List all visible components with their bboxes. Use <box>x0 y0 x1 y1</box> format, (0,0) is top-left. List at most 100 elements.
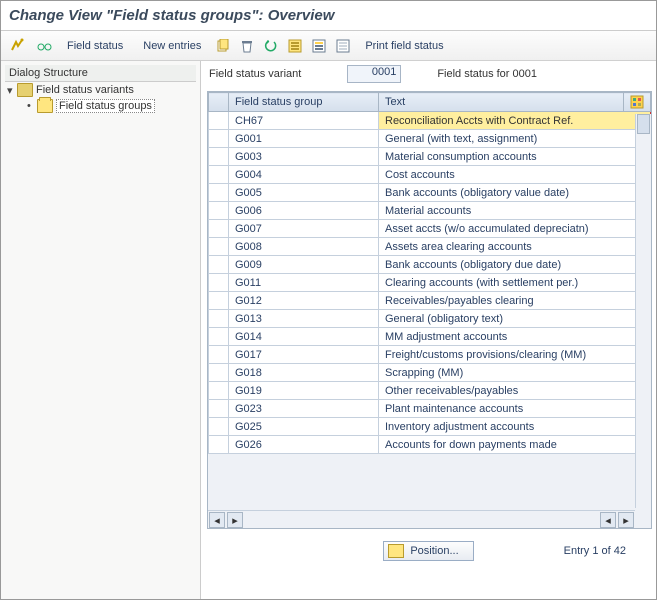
table-row[interactable]: G001General (with text, assignment) <box>209 130 651 148</box>
cell-code[interactable]: G011 <box>229 274 379 292</box>
horizontal-scrollbar[interactable]: ◂ ▸ ◂ ▸ <box>208 510 635 528</box>
cell-code[interactable]: G013 <box>229 310 379 328</box>
col-header-text[interactable]: Text <box>379 93 624 112</box>
table-row[interactable]: G018Scrapping (MM) <box>209 364 651 382</box>
table-row[interactable]: CH67Reconciliation Accts with Contract R… <box>209 112 651 130</box>
table-row[interactable]: G007Asset accts (w/o accumulated depreci… <box>209 220 651 238</box>
cell-text[interactable]: Bank accounts (obligatory value date) <box>379 184 651 202</box>
cell-text[interactable]: Freight/customs provisions/clearing (MM) <box>379 346 651 364</box>
cell-code[interactable]: G012 <box>229 292 379 310</box>
cell-code[interactable]: G009 <box>229 256 379 274</box>
tree-node-groups[interactable]: • Field status groups <box>5 98 196 114</box>
scroll-right-icon[interactable]: ▸ <box>227 512 243 528</box>
table-row[interactable]: G011Clearing accounts (with settlement p… <box>209 274 651 292</box>
position-button[interactable]: Position... <box>383 541 473 561</box>
cell-code[interactable]: G023 <box>229 400 379 418</box>
row-selector[interactable] <box>209 220 229 238</box>
cell-text[interactable]: Material consumption accounts <box>379 148 651 166</box>
cell-code[interactable]: G006 <box>229 202 379 220</box>
delete-icon[interactable] <box>237 36 257 56</box>
table-row[interactable]: G009Bank accounts (obligatory due date) <box>209 256 651 274</box>
cell-code[interactable]: G014 <box>229 328 379 346</box>
select-all-icon[interactable] <box>285 36 305 56</box>
scroll-left-icon[interactable]: ◂ <box>209 512 225 528</box>
field-status-link[interactable]: Field status <box>59 40 131 52</box>
row-selector[interactable] <box>209 184 229 202</box>
glasses-icon[interactable] <box>33 36 55 56</box>
scroll-left-icon[interactable]: ◂ <box>600 512 616 528</box>
cell-code[interactable]: G026 <box>229 436 379 454</box>
print-link[interactable]: Print field status <box>357 40 451 52</box>
cell-code[interactable]: G005 <box>229 184 379 202</box>
table-row[interactable]: G006Material accounts <box>209 202 651 220</box>
table-row[interactable]: G008Assets area clearing accounts <box>209 238 651 256</box>
cell-code[interactable]: G007 <box>229 220 379 238</box>
table-row[interactable]: G004Cost accounts <box>209 166 651 184</box>
row-selector[interactable] <box>209 382 229 400</box>
cell-text[interactable]: Other receivables/payables <box>379 382 651 400</box>
row-selector[interactable] <box>209 274 229 292</box>
cell-code[interactable]: CH67 <box>229 112 379 130</box>
cell-code[interactable]: G008 <box>229 238 379 256</box>
cell-text[interactable]: MM adjustment accounts <box>379 328 651 346</box>
cell-text[interactable]: Clearing accounts (with settlement per.) <box>379 274 651 292</box>
cell-text[interactable]: Inventory adjustment accounts <box>379 418 651 436</box>
cell-text[interactable]: Assets area clearing accounts <box>379 238 651 256</box>
cell-text[interactable]: Plant maintenance accounts <box>379 400 651 418</box>
variant-value[interactable]: 0001 <box>347 65 401 83</box>
cell-text[interactable]: General (with text, assignment) <box>379 130 651 148</box>
tree-node-variants[interactable]: ▾ Field status variants <box>5 82 196 98</box>
cell-code[interactable]: G001 <box>229 130 379 148</box>
row-selector[interactable] <box>209 130 229 148</box>
cell-text[interactable]: Material accounts <box>379 202 651 220</box>
undo-icon[interactable] <box>261 36 281 56</box>
cell-code[interactable]: G003 <box>229 148 379 166</box>
cell-code[interactable]: G018 <box>229 364 379 382</box>
table-row[interactable]: G013General (obligatory text) <box>209 310 651 328</box>
table-row[interactable]: G023Plant maintenance accounts <box>209 400 651 418</box>
cell-text[interactable]: Receivables/payables clearing <box>379 292 651 310</box>
vertical-scrollbar[interactable] <box>635 114 651 508</box>
row-selector[interactable] <box>209 400 229 418</box>
cell-text[interactable]: Accounts for down payments made <box>379 436 651 454</box>
table-row[interactable]: G017Freight/customs provisions/clearing … <box>209 346 651 364</box>
scroll-right-icon[interactable]: ▸ <box>618 512 634 528</box>
other-view-icon[interactable] <box>7 36 29 56</box>
row-selector[interactable] <box>209 310 229 328</box>
cell-text[interactable]: Scrapping (MM) <box>379 364 651 382</box>
table-row[interactable]: G012Receivables/payables clearing <box>209 292 651 310</box>
cell-text[interactable]: Reconciliation Accts with Contract Ref. <box>379 112 651 130</box>
table-row[interactable]: G026Accounts for down payments made <box>209 436 651 454</box>
table-row[interactable]: G014MM adjustment accounts <box>209 328 651 346</box>
cell-code[interactable]: G025 <box>229 418 379 436</box>
tree-caret-icon[interactable]: ▾ <box>7 84 17 97</box>
cell-text[interactable]: Asset accts (w/o accumulated depreciatn) <box>379 220 651 238</box>
new-entries-link[interactable]: New entries <box>135 40 209 52</box>
cell-text[interactable]: Cost accounts <box>379 166 651 184</box>
cell-code[interactable]: G017 <box>229 346 379 364</box>
row-selector[interactable] <box>209 436 229 454</box>
row-selector[interactable] <box>209 364 229 382</box>
row-selector[interactable] <box>209 418 229 436</box>
row-selector[interactable] <box>209 292 229 310</box>
table-row[interactable]: G003Material consumption accounts <box>209 148 651 166</box>
scroll-thumb[interactable] <box>637 114 650 134</box>
row-selector[interactable] <box>209 166 229 184</box>
row-selector[interactable] <box>209 238 229 256</box>
cell-code[interactable]: G019 <box>229 382 379 400</box>
row-selector[interactable] <box>209 148 229 166</box>
select-block-icon[interactable] <box>309 36 329 56</box>
table-row[interactable]: G005Bank accounts (obligatory value date… <box>209 184 651 202</box>
row-selector[interactable] <box>209 112 229 130</box>
cell-text[interactable]: General (obligatory text) <box>379 310 651 328</box>
deselect-icon[interactable] <box>333 36 353 56</box>
cell-code[interactable]: G004 <box>229 166 379 184</box>
table-settings-button[interactable] <box>624 93 651 112</box>
row-selector[interactable] <box>209 202 229 220</box>
row-selector-header[interactable] <box>209 93 229 112</box>
table-row[interactable]: G025Inventory adjustment accounts <box>209 418 651 436</box>
cell-text[interactable]: Bank accounts (obligatory due date) <box>379 256 651 274</box>
row-selector[interactable] <box>209 256 229 274</box>
copy-icon[interactable] <box>213 36 233 56</box>
table-row[interactable]: G019Other receivables/payables <box>209 382 651 400</box>
